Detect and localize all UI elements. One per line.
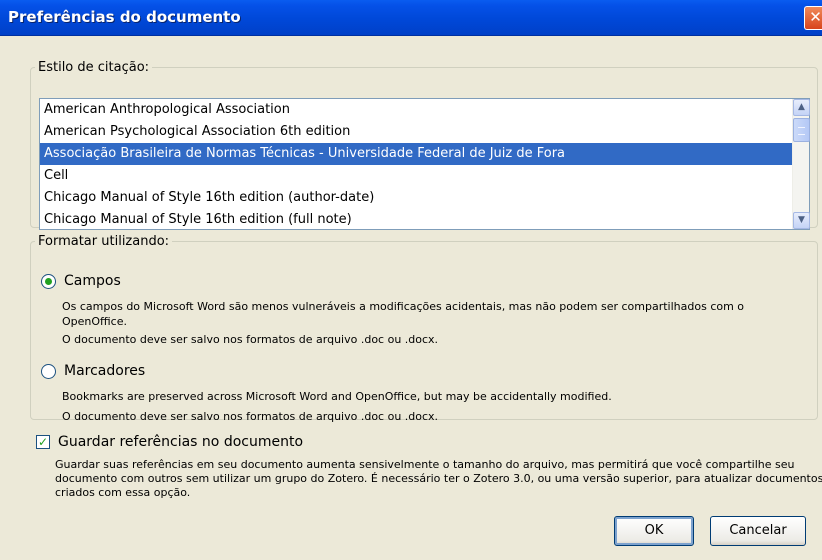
- citation-style-item[interactable]: Cell: [40, 165, 792, 187]
- citation-style-items: American Anthropological Association Amer…: [40, 99, 792, 229]
- citation-style-list[interactable]: American Anthropological Association Amer…: [39, 98, 810, 230]
- store-references-description: Guardar suas referências em seu document…: [55, 458, 822, 499]
- citation-style-item[interactable]: American Anthropological Association: [40, 99, 792, 121]
- dialog-title: Preferências do documento: [8, 8, 241, 26]
- close-button[interactable]: ✕: [804, 6, 822, 30]
- store-references-label[interactable]: Guardar referências no documento: [58, 434, 303, 450]
- fields-option[interactable]: Campos: [41, 273, 121, 289]
- fields-radio[interactable]: [41, 273, 56, 289]
- fields-label[interactable]: Campos: [64, 273, 121, 289]
- scroll-thumb[interactable]: [793, 118, 810, 142]
- citation-style-item[interactable]: American Psychological Association 6th e…: [40, 121, 792, 143]
- ok-button[interactable]: OK: [614, 516, 694, 546]
- scroll-up-button[interactable]: ▲: [793, 99, 810, 116]
- bookmarks-label[interactable]: Marcadores: [64, 363, 145, 379]
- title-bar[interactable]: Preferências do documento ✕: [0, 0, 822, 36]
- store-references-checkbox[interactable]: ✓: [36, 435, 50, 449]
- fields-description: Os campos do Microsoft Word são menos vu…: [62, 300, 745, 328]
- scroll-down-button[interactable]: ▼: [793, 212, 810, 229]
- fields-file-format-note: O documento deve ser salvo nos formatos …: [62, 333, 439, 346]
- citation-style-item[interactable]: Chicago Manual of Style 16th edition (fu…: [40, 209, 792, 229]
- citation-style-item[interactable]: Chicago Manual of Style 16th edition (au…: [40, 187, 792, 209]
- bookmarks-radio[interactable]: [41, 363, 56, 379]
- bookmarks-file-format-note: O documento deve ser salvo nos formatos …: [62, 410, 439, 423]
- citation-style-group: Estilo de citação: American Anthropologi…: [30, 60, 818, 230]
- list-scrollbar[interactable]: ▲ ▼: [792, 99, 810, 229]
- format-using-legend: Formatar utilizando:: [38, 234, 170, 249]
- cancel-button[interactable]: Cancelar: [710, 516, 806, 546]
- citation-style-legend: Estilo de citação:: [38, 60, 150, 75]
- citation-style-item[interactable]: Associação Brasileira de Normas Técnicas…: [40, 143, 792, 165]
- bookmarks-description: Bookmarks are preserved across Microsoft…: [62, 390, 612, 403]
- bookmarks-option[interactable]: Marcadores: [41, 363, 145, 379]
- format-using-group: Formatar utilizando: Campos Os campos do…: [30, 234, 818, 423]
- store-references-option[interactable]: ✓ Guardar referências no documento: [36, 434, 303, 450]
